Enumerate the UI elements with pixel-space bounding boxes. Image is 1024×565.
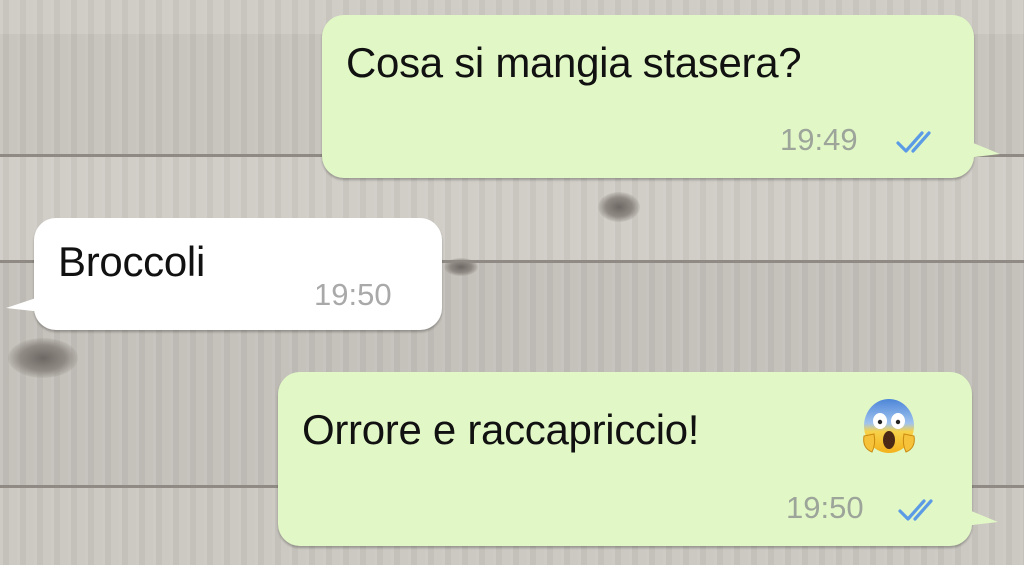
outgoing-message-bubble[interactable]: Cosa si mangia stasera? 19:49 — [322, 15, 1000, 178]
message-timestamp: 19:50 — [314, 277, 392, 312]
bubble-tail — [6, 296, 42, 312]
bubble-tail — [964, 508, 998, 526]
message-text: Cosa si mangia stasera? — [346, 39, 802, 86]
double-check-icon — [898, 499, 933, 521]
message-text: Broccoli — [58, 238, 205, 285]
bubble-tail — [966, 140, 1000, 158]
double-check-icon — [896, 131, 931, 153]
message-text: Orrore e raccapriccio! — [302, 406, 700, 453]
message-timestamp: 19:50 — [786, 490, 864, 525]
message-timestamp: 19:49 — [780, 122, 858, 157]
outgoing-message-bubble[interactable]: Orrore e raccapriccio! 19:50 — [278, 372, 998, 546]
wood-knot — [8, 338, 78, 378]
wood-knot — [598, 192, 640, 222]
face-screaming-in-fear-icon — [863, 399, 915, 453]
wood-knot — [444, 258, 478, 276]
incoming-message-bubble[interactable]: Broccoli 19:50 — [6, 218, 442, 330]
